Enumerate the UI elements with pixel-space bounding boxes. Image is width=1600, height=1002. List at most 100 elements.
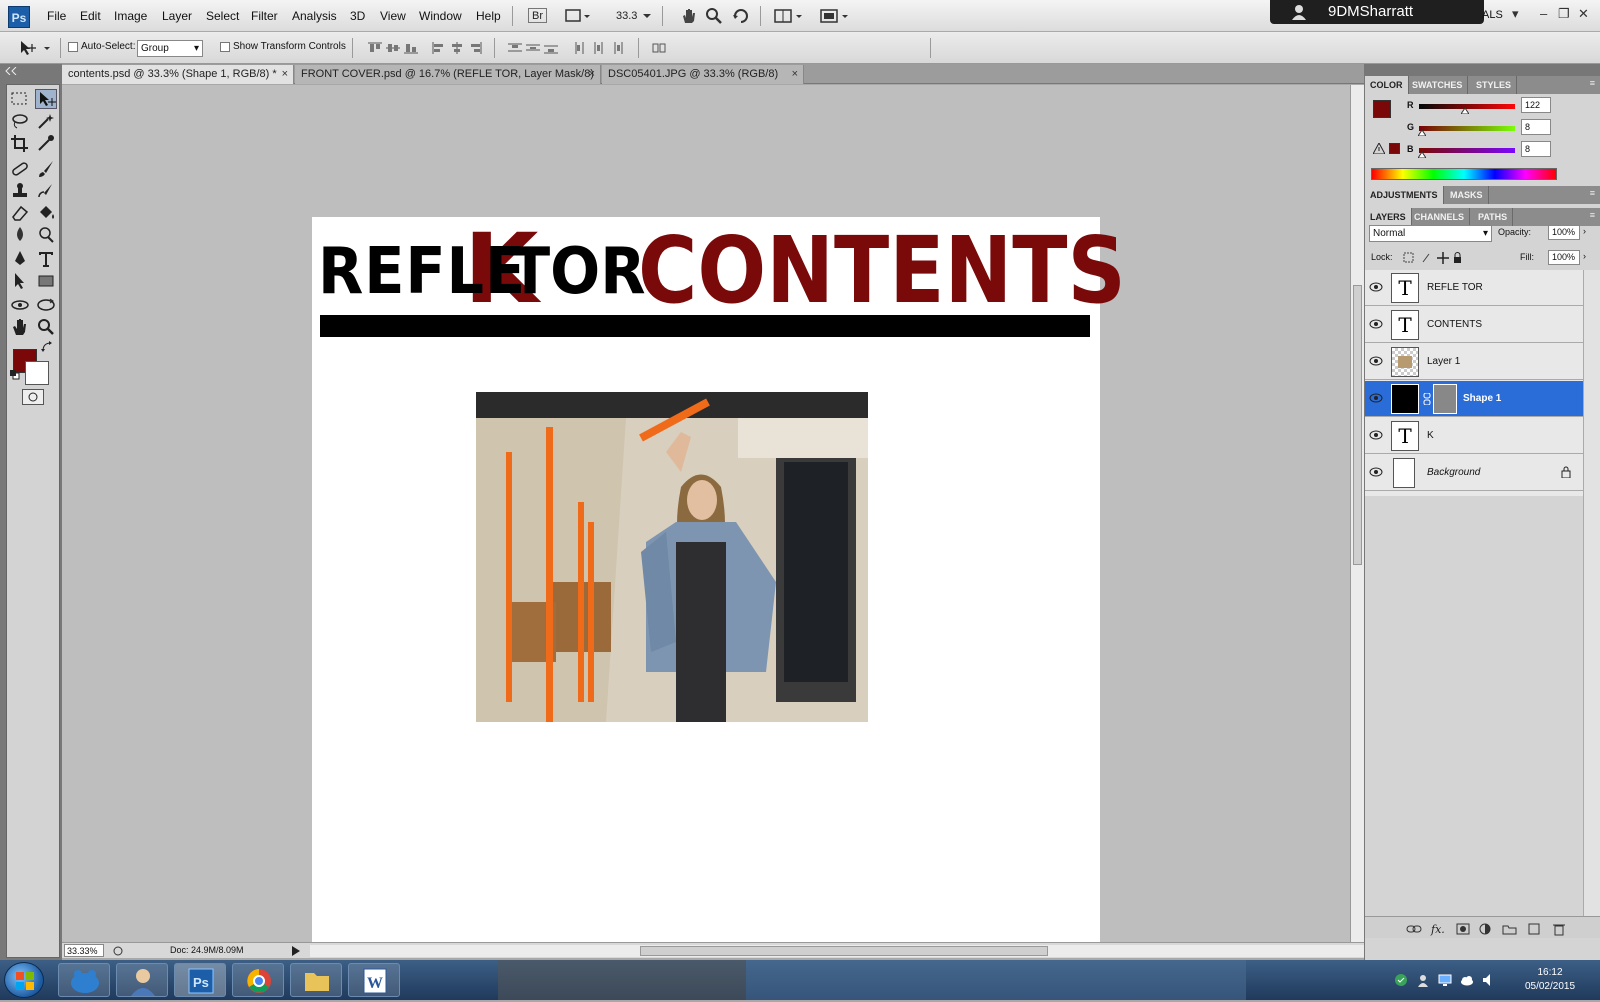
tab-channels[interactable]: CHANNELS <box>1409 208 1471 226</box>
tab-masks[interactable]: MASKS <box>1445 186 1489 204</box>
layers-scrollbar[interactable] <box>1583 270 1600 916</box>
view-extras-icon[interactable] <box>565 7 591 25</box>
chevron-right-icon[interactable]: › <box>1583 251 1586 261</box>
panel-menu-icon[interactable]: ≡ <box>1590 188 1595 198</box>
close-icon[interactable]: × <box>589 65 595 84</box>
gamut-color-swatch[interactable] <box>1389 143 1400 154</box>
paint-bucket-icon[interactable] <box>35 203 57 223</box>
menu-3d[interactable]: 3D <box>350 9 365 23</box>
monitor-tray-icon[interactable] <box>1438 973 1452 987</box>
blur-tool-icon[interactable] <box>9 225 31 245</box>
menu-help[interactable]: Help <box>476 9 501 23</box>
r-slider-thumb-icon[interactable] <box>1461 108 1470 114</box>
visibility-eye-icon[interactable] <box>1369 355 1383 367</box>
layer-row-background[interactable]: Background <box>1365 455 1583 491</box>
b-slider-thumb-icon[interactable] <box>1417 152 1426 158</box>
g-slider-thumb-icon[interactable] <box>1417 130 1426 136</box>
chevron-down-icon[interactable] <box>643 7 651 25</box>
show-transform-checkbox[interactable] <box>220 42 230 52</box>
distribute-left-icon[interactable] <box>574 42 588 54</box>
visibility-eye-icon[interactable] <box>1369 318 1383 330</box>
align-hcenter-icon[interactable] <box>450 42 464 54</box>
taskbar-app-explorer[interactable] <box>290 963 342 997</box>
auto-select-dropdown[interactable]: Group ▾ <box>137 40 203 57</box>
horizontal-scrollbar[interactable] <box>310 945 1364 957</box>
zoom-level-dropdown[interactable]: 33.3 <box>616 7 637 25</box>
layer-row-refle-tor[interactable]: T REFLE TOR <box>1365 270 1583 306</box>
tab-adjustments[interactable]: ADJUSTMENTS <box>1365 186 1444 204</box>
panel-menu-icon[interactable]: ≡ <box>1590 78 1595 88</box>
opacity-field[interactable]: 100% <box>1548 225 1580 240</box>
type-tool-icon[interactable] <box>35 249 57 269</box>
distribute-right-icon[interactable] <box>610 42 624 54</box>
zoom-field[interactable]: 33.33% <box>64 944 104 957</box>
taskbar-app-photoshop[interactable]: Ps <box>174 963 226 997</box>
auto-align-layers-icon[interactable] <box>652 42 666 54</box>
history-brush-icon[interactable] <box>35 181 57 201</box>
distribute-hcenter-icon[interactable] <box>592 42 606 54</box>
align-bottom-icon[interactable] <box>404 42 418 54</box>
menu-file[interactable]: File <box>47 9 66 23</box>
bridge-button[interactable]: Br <box>528 8 547 23</box>
workspace-switcher[interactable]: ALS <box>1482 9 1503 21</box>
distribute-top-icon[interactable] <box>508 42 522 54</box>
layer-tor-text[interactable]: TOR <box>510 235 646 309</box>
canvas-area[interactable]: K REFLE TOR CONTENTS <box>62 85 1350 942</box>
layers-footer-icons[interactable]: fx. <box>1405 922 1591 936</box>
auto-select-checkbox[interactable] <box>68 42 78 52</box>
layer-row-k[interactable]: T K <box>1365 418 1583 454</box>
start-button[interactable] <box>4 962 44 998</box>
tab-styles[interactable]: STYLES <box>1471 76 1518 94</box>
close-icon[interactable]: ✕ <box>1578 6 1589 22</box>
layer-row-contents[interactable]: T CONTENTS <box>1365 307 1583 343</box>
clone-stamp-icon[interactable] <box>9 181 31 201</box>
menu-select[interactable]: Select <box>206 9 239 23</box>
tab-paths[interactable]: PATHS <box>1473 208 1514 226</box>
healing-brush-icon[interactable] <box>9 159 31 179</box>
tab-layers[interactable]: LAYERS <box>1365 208 1412 226</box>
zoom-tool-icon[interactable] <box>35 317 57 337</box>
tab-front-cover-psd[interactable]: FRONT COVER.psd @ 16.7% (REFLE TOR, Laye… <box>295 65 601 84</box>
user-account-badge[interactable]: 9DMSharratt <box>1270 0 1484 24</box>
default-colors-icon[interactable] <box>10 370 20 380</box>
visibility-eye-icon[interactable] <box>1369 281 1383 293</box>
vertical-scroll-thumb[interactable] <box>1353 285 1362 565</box>
arrange-documents-icon[interactable] <box>774 7 804 25</box>
tab-color[interactable]: COLOR <box>1365 76 1409 94</box>
taskbar-app-frog[interactable] <box>58 963 110 997</box>
shape-1-bar[interactable] <box>320 315 1090 337</box>
play-arrow-icon[interactable] <box>292 946 300 956</box>
align-top-icon[interactable] <box>368 42 382 54</box>
hand-tool-icon[interactable] <box>9 317 31 337</box>
r-value-field[interactable]: 122 <box>1521 97 1551 113</box>
menu-image[interactable]: Image <box>114 9 147 23</box>
close-icon[interactable]: × <box>282 65 288 84</box>
restore-icon[interactable]: ❐ <box>1558 6 1570 22</box>
user-tray-icon[interactable] <box>1416 973 1430 987</box>
move-tool-preset-icon[interactable] <box>18 39 52 60</box>
marquee-tool-icon[interactable] <box>9 89 31 109</box>
magic-wand-icon[interactable] <box>35 111 57 131</box>
crop-tool-icon[interactable] <box>9 133 31 153</box>
vertical-scrollbar[interactable] <box>1350 85 1364 942</box>
chevron-down-icon[interactable]: ▾ <box>1512 6 1519 22</box>
menu-window[interactable]: Window <box>419 9 462 23</box>
layer-refle-text[interactable]: REFLE <box>318 235 526 309</box>
menu-layer[interactable]: Layer <box>162 9 192 23</box>
layer-row-shape-1[interactable]: Shape 1 <box>1365 381 1583 417</box>
taskbar-app-word[interactable]: W <box>348 963 400 997</box>
3d-rotate-icon[interactable] <box>9 295 31 315</box>
color-spectrum-ramp[interactable] <box>1371 168 1557 180</box>
panel-menu-icon[interactable]: ≡ <box>1590 210 1595 220</box>
minimize-icon[interactable]: – <box>1540 6 1547 21</box>
collapse-panel-icon[interactable] <box>4 67 18 75</box>
chevron-right-icon[interactable]: › <box>1583 226 1586 236</box>
status-options-icon[interactable] <box>112 945 124 957</box>
visibility-eye-icon[interactable] <box>1369 466 1383 478</box>
tab-dsc05401-jpg[interactable]: DSC05401.JPG @ 33.3% (RGB/8) × <box>602 65 804 84</box>
screen-mode-icon[interactable] <box>820 7 850 25</box>
layer-contents-text[interactable]: CONTENTS <box>638 217 1126 324</box>
g-slider[interactable] <box>1419 126 1515 131</box>
tab-swatches[interactable]: SWATCHES <box>1407 76 1469 94</box>
taskbar-app-chrome[interactable] <box>232 963 284 997</box>
